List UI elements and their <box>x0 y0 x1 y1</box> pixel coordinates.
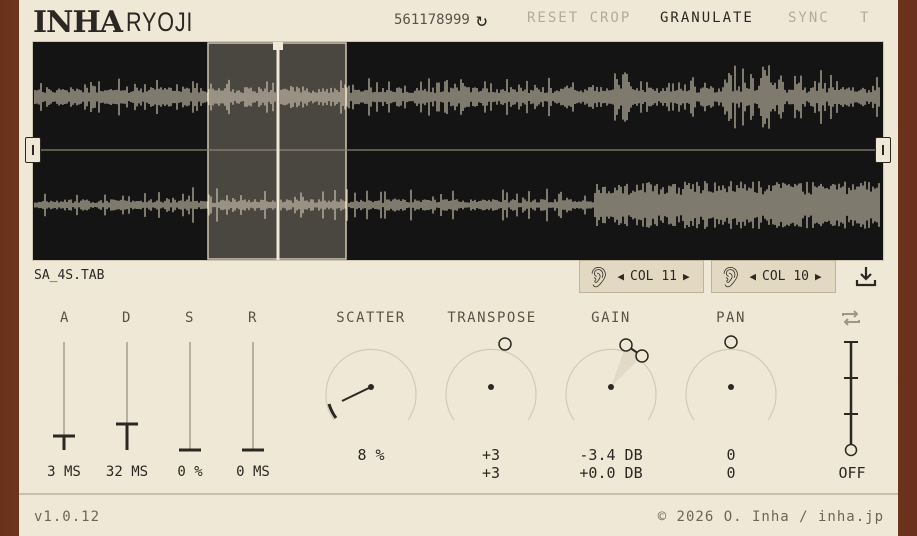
brand-name: RYOJI <box>126 7 194 37</box>
gain-label: GAIN <box>591 310 631 326</box>
waveform-canvas[interactable] <box>33 42 883 260</box>
pan-value-1: 0 <box>726 446 736 464</box>
transpose-label: TRANSPOSE <box>447 310 537 326</box>
loop-slider[interactable] <box>839 336 863 461</box>
scatter-knob[interactable] <box>325 348 417 421</box>
loop-icon[interactable] <box>839 306 863 330</box>
scatter-value: 8 % <box>357 446 385 464</box>
playhead-handle <box>273 42 283 50</box>
pan-value-2: 0 <box>726 464 736 482</box>
column-left-label: COL 11 <box>630 269 677 284</box>
granulate-button[interactable]: GRANULATE <box>660 10 754 26</box>
column-right-label: COL 10 <box>762 269 809 284</box>
app-panel: INHA RYOJI 561178999 ↻ RESET CROP GRANUL… <box>19 0 898 536</box>
sustain-label: S <box>185 310 195 326</box>
gain-value-1: -3.4 DB <box>579 446 643 464</box>
sync-button[interactable]: SYNC <box>788 10 830 26</box>
seed-value: 561178999 <box>394 12 470 28</box>
release-value: 0 MS <box>236 464 270 480</box>
decay-value: 32 MS <box>105 464 149 480</box>
waveform-channel-2 <box>34 181 880 229</box>
gain-knob[interactable] <box>565 338 657 421</box>
reset-crop-button[interactable]: RESET CROP <box>527 10 631 26</box>
pan-label: PAN <box>716 310 746 326</box>
column-selector-left[interactable]: 👂︎ ◀ COL 11 ▶ <box>579 260 704 293</box>
release-label: R <box>248 310 258 326</box>
gain-value-2: +0.0 DB <box>579 464 643 482</box>
loop-value: OFF <box>838 464 866 482</box>
right-crop-handle[interactable] <box>875 137 891 163</box>
t-button[interactable]: T <box>860 10 870 26</box>
ear-icon: 👂︎ <box>586 264 612 289</box>
next-column-button[interactable]: ▶ <box>815 270 822 283</box>
brand: INHA RYOJI <box>33 5 210 40</box>
attack-label: A <box>60 310 70 326</box>
adsr-sliders[interactable] <box>19 330 319 460</box>
ear-icon: 👂︎ <box>718 264 744 289</box>
waveform-view[interactable] <box>32 41 884 261</box>
pan-knob[interactable] <box>685 335 777 421</box>
copyright-link[interactable]: © 2026 O. Inha / inha.jp <box>658 509 884 525</box>
version-text: v1.0.12 <box>34 509 101 525</box>
loop-slider-thumb[interactable] <box>844 443 858 457</box>
left-crop-handle[interactable] <box>25 137 41 163</box>
attack-value: 3 MS <box>47 464 81 480</box>
seed-display: 561178999 ↻ <box>394 11 487 30</box>
file-name: SA_4S.TAB <box>34 268 105 283</box>
transpose-knob[interactable] <box>445 337 537 421</box>
waveform-channel-1 <box>34 65 880 129</box>
decay-label: D <box>122 310 132 326</box>
brand-logo: INHA <box>33 5 123 40</box>
sustain-value: 0 % <box>177 464 203 480</box>
column-selector-right[interactable]: 👂︎ ◀ COL 10 ▶ <box>711 260 836 293</box>
download-icon[interactable] <box>854 264 878 288</box>
footer-divider <box>19 493 898 495</box>
prev-column-button[interactable]: ◀ <box>749 270 756 283</box>
transpose-value-1: +3 <box>481 446 501 464</box>
scatter-label: SCATTER <box>336 310 406 326</box>
transpose-value-2: +3 <box>481 464 501 482</box>
next-column-button[interactable]: ▶ <box>683 270 690 283</box>
refresh-icon[interactable]: ↻ <box>476 11 487 30</box>
knobs[interactable] <box>314 330 784 440</box>
prev-column-button[interactable]: ◀ <box>617 270 624 283</box>
